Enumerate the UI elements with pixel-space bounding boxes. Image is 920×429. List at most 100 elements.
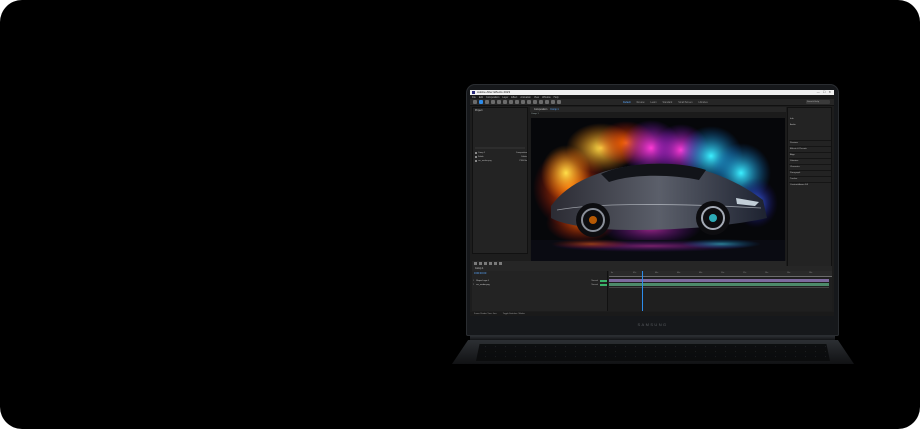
resolution-icon[interactable] xyxy=(479,262,482,265)
divider xyxy=(789,152,831,153)
eraser-tool-icon[interactable] xyxy=(545,100,549,104)
selection-tool-icon[interactable] xyxy=(479,100,483,104)
workspace-small-screen[interactable]: Small Screen xyxy=(678,101,692,104)
ruler-tick: 16s xyxy=(787,272,791,274)
ruler-tick: 04s xyxy=(655,272,659,274)
divider xyxy=(789,146,831,147)
current-time-display[interactable]: 0:00:00:00 xyxy=(474,272,486,275)
layer-list: 0:00:00:00 1 Shape Layer 1 Normal 2 car_… xyxy=(472,271,608,311)
project-item-name: Comp 1 xyxy=(478,151,486,154)
panel-paragraph[interactable]: Paragraph xyxy=(790,172,800,174)
type-tool-icon[interactable] xyxy=(527,100,531,104)
ruler-tick: 14s xyxy=(765,272,769,274)
status-render-time: Frame Render Time: 0ms xyxy=(474,313,497,315)
region-of-interest-icon[interactable] xyxy=(494,262,497,265)
layer-color-label xyxy=(600,279,607,282)
project-item-type: Composition xyxy=(515,151,527,154)
panel-character[interactable]: Character xyxy=(790,166,800,168)
tools-panel: Default Review Learn Standard Small Scre… xyxy=(470,99,834,106)
workspace-default[interactable]: Default xyxy=(623,101,631,104)
image-file-icon xyxy=(475,159,477,162)
divider xyxy=(789,182,831,183)
laptop-brand-logo: SAMSUNG xyxy=(637,322,668,327)
clone-tool-icon[interactable] xyxy=(539,100,543,104)
tab-comp-1[interactable]: Comp 1 xyxy=(550,108,558,111)
channel-icon[interactable] xyxy=(489,262,492,265)
tab-timeline-comp-1[interactable]: Comp 1 xyxy=(475,267,483,270)
ruler-tick: 10s xyxy=(721,272,725,274)
viewer-breadcrumb[interactable]: Comp 1 xyxy=(531,113,539,115)
layer-mode[interactable]: Normal xyxy=(592,280,598,282)
divider xyxy=(789,176,831,177)
project-list-header xyxy=(475,147,525,149)
panel-align[interactable]: Align xyxy=(790,154,795,156)
window-title: Adobe After Effects 2023 xyxy=(477,90,511,94)
pen-tool-icon[interactable] xyxy=(521,100,525,104)
status-toggle-modes[interactable]: Toggle Switches / Modes xyxy=(503,313,525,315)
workspace-libraries[interactable]: Libraries xyxy=(698,101,707,104)
minimize-button[interactable]: — xyxy=(817,91,820,94)
panel-info[interactable]: Info xyxy=(790,118,794,120)
workspace-standard[interactable]: Standard xyxy=(663,101,673,104)
transparency-grid-icon[interactable] xyxy=(499,262,502,265)
layer-mode[interactable]: Normal xyxy=(592,284,598,286)
project-item-name: car_render.png xyxy=(478,159,492,162)
ruler-tick: 0s xyxy=(611,272,614,274)
maximize-button[interactable]: ☐ xyxy=(823,91,826,94)
project-item-type: Folder xyxy=(521,155,527,158)
ruler-tick: 12s xyxy=(743,272,747,274)
brush-tool-icon[interactable] xyxy=(533,100,537,104)
panel-preview[interactable]: Preview xyxy=(790,142,798,144)
workspace-switcher: Default Review Learn Standard Small Scre… xyxy=(623,101,708,104)
track-area[interactable]: 0s 02s 04s 06s 08s 10s 12s 14s 16s 18s xyxy=(609,271,832,311)
magnification-icon[interactable] xyxy=(474,262,477,265)
panel-effects-presets[interactable]: Effects & Presets xyxy=(790,148,807,150)
window-controls: — ☐ ✕ xyxy=(817,91,834,94)
laptop-screen: Adobe After Effects 2023 — ☐ ✕ File Edit… xyxy=(470,90,834,316)
ruler-tick: 08s xyxy=(699,272,703,274)
tab-composition[interactable]: Composition xyxy=(534,108,547,111)
car-artwork-svg xyxy=(531,118,785,262)
ruler-tick: 06s xyxy=(677,272,681,274)
project-item[interactable]: Comp 1 Composition xyxy=(475,151,527,154)
close-button[interactable]: ✕ xyxy=(828,91,831,94)
workspace-review[interactable]: Review xyxy=(637,101,645,104)
workspace-learn[interactable]: Learn xyxy=(650,101,656,104)
playhead[interactable] xyxy=(642,271,643,311)
project-item[interactable]: car_render.png PNG file xyxy=(475,159,527,162)
snapshot-icon[interactable] xyxy=(484,262,487,265)
ruler-tick: 18s xyxy=(809,272,813,274)
panel-tracker[interactable]: Tracker xyxy=(790,178,797,180)
ruler-tick: 02s xyxy=(633,272,637,274)
divider xyxy=(789,158,831,159)
layer-name: car_render.png xyxy=(476,283,490,286)
composition-icon xyxy=(475,151,477,154)
tab-project[interactable]: Project xyxy=(473,108,527,113)
search-help-input[interactable]: Search Help xyxy=(806,100,830,104)
divider xyxy=(789,170,831,171)
hand-tool-icon[interactable] xyxy=(485,100,489,104)
hero-card: Adobe After Effects 2023 — ☐ ✕ File Edit… xyxy=(0,0,920,429)
camera-tool-icon[interactable] xyxy=(503,100,507,104)
home-icon[interactable] xyxy=(473,100,477,104)
roto-brush-tool-icon[interactable] xyxy=(551,100,555,104)
panel-content-aware-fill[interactable]: Content-Aware Fill xyxy=(790,184,808,186)
pan-behind-tool-icon[interactable] xyxy=(509,100,513,104)
layer-color-label xyxy=(600,283,607,286)
folder-icon xyxy=(475,155,477,158)
panel-libraries[interactable]: Libraries xyxy=(790,160,798,162)
rotate-tool-icon[interactable] xyxy=(497,100,501,104)
puppet-tool-icon[interactable] xyxy=(557,100,561,104)
project-panel: Project Comp 1 Composition Solids Folder… xyxy=(472,107,528,254)
shape-tool-icon[interactable] xyxy=(515,100,519,104)
zoom-tool-icon[interactable] xyxy=(491,100,495,104)
status-bar: Frame Render Time: 0ms Toggle Switches /… xyxy=(470,312,834,316)
car-artwork-image xyxy=(531,118,785,262)
project-item[interactable]: Solids Folder xyxy=(475,155,527,158)
layer-name: Shape Layer 1 xyxy=(476,279,490,282)
layer-row[interactable]: 1 Shape Layer 1 Normal xyxy=(473,279,607,282)
right-panels: Info Audio Preview Effects & Presets Ali… xyxy=(787,107,832,271)
panel-audio[interactable]: Audio xyxy=(790,124,796,126)
layer-row[interactable]: 2 car_render.png Normal xyxy=(473,283,607,286)
composition-viewer[interactable]: Comp 1 xyxy=(530,112,786,262)
